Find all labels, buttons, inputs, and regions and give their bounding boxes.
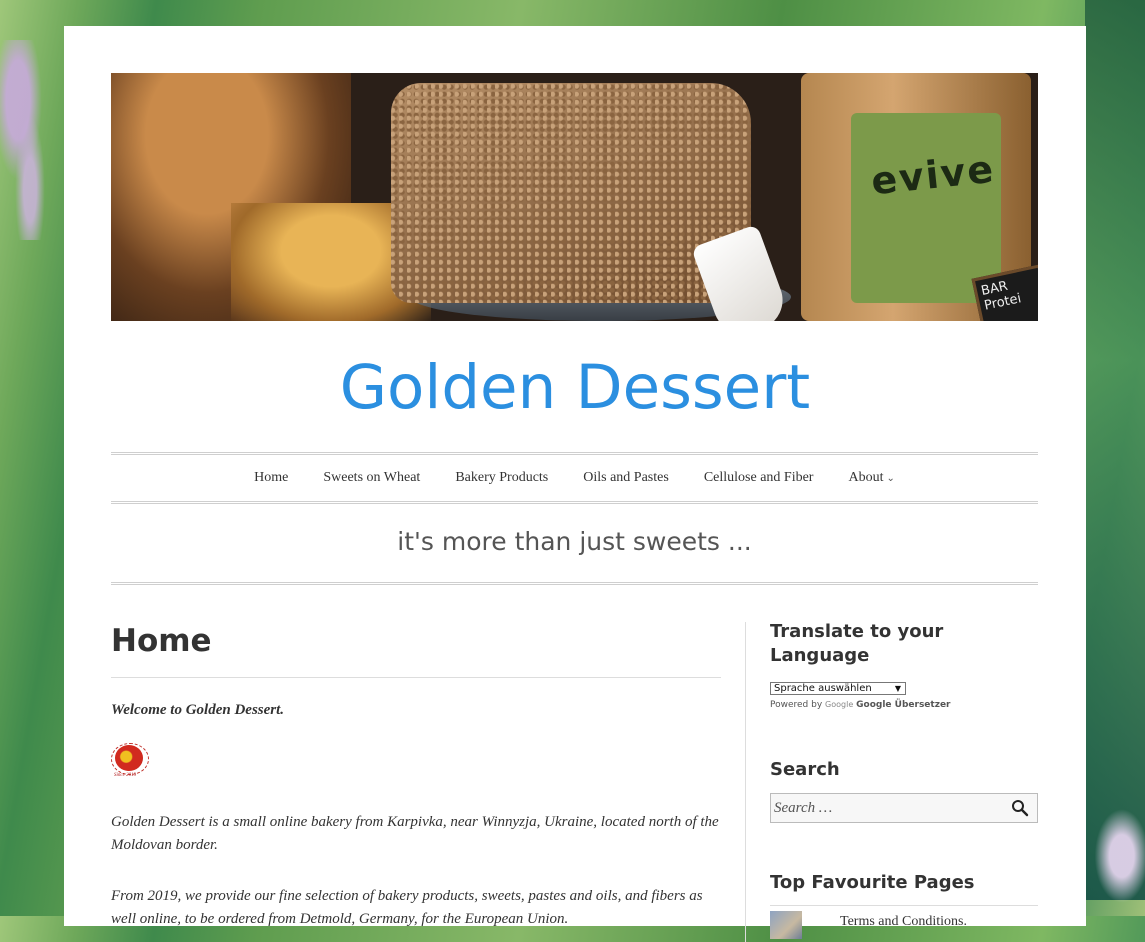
search-form: [770, 793, 1038, 823]
online-paragraph: From 2019, we provide our fine selection…: [111, 888, 703, 927]
site-title[interactable]: Golden Dessert: [64, 346, 1086, 430]
google-logo[interactable]: Google: [825, 700, 853, 709]
welcome-text: Welcome to Golden Dessert.: [111, 702, 285, 718]
translate-widget-title: Translate to your Language: [770, 621, 944, 666]
powered-by-google: Powered by Google Google Übersetzer: [770, 700, 951, 710]
dropdown-arrow-icon: ▼: [894, 684, 901, 693]
nav-item-oils-and-pastes[interactable]: Oils and Pastes: [583, 470, 669, 486]
page-thumbnail[interactable]: [770, 911, 802, 939]
language-select[interactable]: Sprache auswählen ▼: [770, 682, 906, 695]
page-container: evive BAR Protei Golden Dessert Home Swe…: [64, 26, 1086, 942]
main-navigation: Home Sweets on Wheat Bakery Products Oil…: [111, 452, 1038, 504]
list-item[interactable]: Terms and Conditions.: [770, 911, 1038, 939]
nav-item-sweets-on-wheat[interactable]: Sweets on Wheat: [323, 470, 420, 486]
content-divider: [745, 622, 746, 942]
intro-paragraph: Golden Dessert is a small online bakery …: [111, 814, 719, 853]
nav-item-home[interactable]: Home: [254, 470, 288, 486]
nav-item-bakery-products[interactable]: Bakery Products: [455, 470, 548, 486]
google-translator-link[interactable]: Google Übersetzer: [856, 700, 950, 710]
search-widget-title: Search: [770, 759, 840, 780]
background-foliage-right: [1085, 0, 1145, 900]
background-flower-left: [0, 40, 60, 240]
header-banner-image: evive BAR Protei: [111, 73, 1038, 321]
tagline-section: it's more than just sweets ...: [111, 502, 1038, 585]
site-tagline: it's more than just sweets ...: [397, 527, 752, 556]
background-flower-right: [1087, 796, 1145, 916]
granola-bars-visual: [391, 83, 751, 303]
favourites-widget-title: Top Favourite Pages: [770, 872, 975, 893]
search-input[interactable]: [771, 794, 1004, 822]
sidebar: Translate to your Language Sprache auswä…: [770, 620, 1038, 939]
favourites-list: Terms and Conditions.: [770, 905, 1038, 939]
search-icon[interactable]: [1011, 799, 1029, 817]
page-title: Home: [111, 621, 721, 678]
nav-item-about[interactable]: About ⌄: [848, 470, 894, 486]
favourite-link-terms[interactable]: Terms and Conditions.: [840, 914, 967, 930]
golden-dessert-logo: Since 2019: [111, 743, 149, 783]
chevron-down-icon: ⌄: [886, 473, 895, 484]
logo-caption: Since 2019: [114, 773, 137, 778]
nav-item-cellulose-and-fiber[interactable]: Cellulose and Fiber: [704, 470, 814, 486]
main-content: Home Welcome to Golden Dessert. Since 20…: [111, 621, 721, 931]
